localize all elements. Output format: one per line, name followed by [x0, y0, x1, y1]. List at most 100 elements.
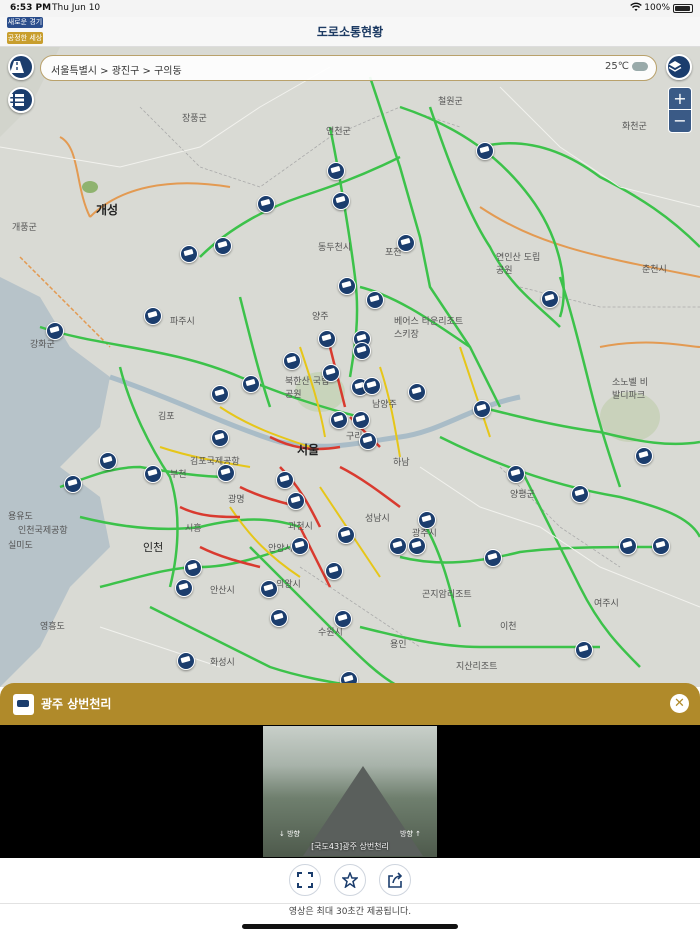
cctv-camera-icon: [102, 455, 113, 464]
cctv-camera-icon: [356, 345, 367, 354]
list-view-button[interactable]: [8, 87, 34, 113]
cctv-marker[interactable]: [484, 549, 502, 567]
cctv-marker[interactable]: [507, 465, 525, 483]
cctv-marker[interactable]: [144, 465, 162, 483]
layers-icon: [668, 61, 682, 72]
cctv-camera-icon: [263, 583, 274, 592]
video-area: ↓ 방향 방향 ↑ [국도43]광주 상번천리: [0, 725, 700, 858]
cctv-camera-icon: [290, 495, 301, 504]
cctv-marker[interactable]: [366, 291, 384, 309]
cctv-marker[interactable]: [175, 579, 193, 597]
cctv-marker[interactable]: [211, 385, 229, 403]
zoom-out-button[interactable]: −: [669, 110, 691, 132]
close-icon[interactable]: ✕: [670, 694, 689, 713]
cctv-marker[interactable]: [99, 452, 117, 470]
video-direction-right: 방향 ↑: [400, 830, 421, 838]
cctv-camera-icon: [147, 310, 158, 319]
cctv-marker[interactable]: [214, 237, 232, 255]
cctv-marker[interactable]: [473, 400, 491, 418]
map-label-gaepung: 개풍군: [12, 223, 37, 233]
location-breadcrumb[interactable]: 서울특별시 > 광진구 > 구의동: [51, 62, 182, 77]
cctv-camera-icon: [622, 540, 633, 549]
cctv-marker[interactable]: [359, 432, 377, 450]
cctv-marker[interactable]: [184, 559, 202, 577]
cctv-marker[interactable]: [287, 492, 305, 510]
map-label-jisan: 지산리조트: [456, 662, 498, 672]
cctv-camera-icon: [321, 333, 332, 342]
cctv-marker[interactable]: [332, 192, 350, 210]
cctv-marker[interactable]: [352, 411, 370, 429]
cctv-marker[interactable]: [476, 142, 494, 160]
cctv-camera-icon: [279, 474, 290, 483]
cctv-marker[interactable]: [260, 580, 278, 598]
cctv-marker[interactable]: [334, 610, 352, 628]
fullscreen-button[interactable]: [289, 864, 321, 896]
cctv-marker[interactable]: [257, 195, 275, 213]
zoom-in-button[interactable]: +: [669, 88, 691, 110]
cctv-marker[interactable]: [571, 485, 589, 503]
cctv-camera-icon: [343, 674, 354, 683]
cctv-marker[interactable]: [217, 464, 235, 482]
cctv-marker[interactable]: [180, 245, 198, 263]
cctv-marker[interactable]: [652, 537, 670, 555]
home-indicator[interactable]: [242, 924, 458, 929]
cctv-camera-icon: [362, 435, 373, 444]
cctv-video[interactable]: ↓ 방향 방향 ↑ [국도43]광주 상번천리: [263, 726, 437, 857]
fullscreen-icon: [297, 872, 313, 888]
map-label-yeoncheon: 연천군: [326, 127, 351, 137]
cctv-marker[interactable]: [291, 537, 309, 555]
map-label-yeongheung: 영흥도: [40, 622, 65, 632]
cctv-camera-icon: [273, 612, 284, 621]
cctv-marker[interactable]: [46, 322, 64, 340]
cctv-marker[interactable]: [397, 234, 415, 252]
cctv-marker[interactable]: [363, 377, 381, 395]
cctv-marker[interactable]: [575, 641, 593, 659]
favorite-button[interactable]: [334, 864, 366, 896]
map-label-gonjiam: 곤지암리조트: [422, 590, 472, 600]
map-label-jangpung: 장풍군: [182, 114, 207, 124]
cctv-marker[interactable]: [541, 290, 559, 308]
cctv-camera-icon: [544, 293, 555, 302]
cctv-marker[interactable]: [389, 537, 407, 555]
cctv-marker[interactable]: [418, 511, 436, 529]
star-icon: [342, 872, 358, 888]
share-button[interactable]: [379, 864, 411, 896]
traffic-map[interactable]: 개성 서울 장풍군 개풍군 연천군 철원군 화천군 춘천시 파주시 강화군 김포…: [0, 47, 700, 687]
cctv-marker[interactable]: [325, 562, 343, 580]
cctv-camera-icon: [476, 403, 487, 412]
cctv-marker[interactable]: [635, 447, 653, 465]
cctv-marker[interactable]: [242, 375, 260, 393]
cctv-marker[interactable]: [338, 277, 356, 295]
cctv-camera-icon: [400, 237, 411, 246]
cctv-marker[interactable]: [619, 537, 637, 555]
map-label-yongin: 용인: [390, 640, 407, 650]
cctv-camera-icon: [67, 478, 78, 487]
cctv-marker[interactable]: [270, 609, 288, 627]
cctv-marker[interactable]: [408, 383, 426, 401]
map-label-incheon: 인천: [143, 541, 164, 554]
layers-button[interactable]: [666, 54, 692, 80]
cctv-marker[interactable]: [353, 342, 371, 360]
cctv-marker[interactable]: [64, 475, 82, 493]
cctv-marker[interactable]: [211, 429, 229, 447]
cctv-camera-icon: [574, 488, 585, 497]
cctv-marker[interactable]: [337, 526, 355, 544]
cctv-marker[interactable]: [276, 471, 294, 489]
cctv-camera-icon: [638, 450, 649, 459]
cctv-marker[interactable]: [283, 352, 301, 370]
cctv-camera-icon: [366, 380, 377, 389]
road-view-button[interactable]: [8, 54, 34, 80]
cctv-camera-icon: [330, 165, 341, 174]
status-bar: 6:53 PM Thu Jun 10 100%: [0, 0, 700, 17]
cctv-marker[interactable]: [177, 652, 195, 670]
cctv-camera-icon: [220, 467, 231, 476]
cctv-marker[interactable]: [318, 330, 336, 348]
cctv-marker[interactable]: [322, 364, 340, 382]
location-bar[interactable]: 서울특별시 > 광진구 > 구의동 25℃: [40, 55, 657, 81]
cctv-marker[interactable]: [327, 162, 345, 180]
cctv-camera-icon: [245, 378, 256, 387]
cctv-marker[interactable]: [144, 307, 162, 325]
cctv-marker[interactable]: [330, 411, 348, 429]
cctv-camera-icon: [180, 655, 191, 664]
cctv-marker[interactable]: [408, 537, 426, 555]
